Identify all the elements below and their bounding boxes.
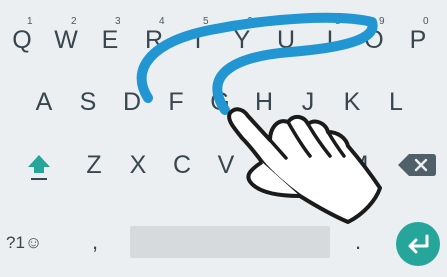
key-x[interactable]: X bbox=[120, 145, 156, 185]
keyboard-row-1: Q1 W2 E3 R4 T5 Y6 U7 I8 O9 P0 bbox=[0, 16, 447, 60]
key-c[interactable]: C bbox=[164, 145, 200, 185]
key-hint: 2 bbox=[71, 16, 77, 27]
key-hint: 5 bbox=[203, 16, 209, 27]
keyboard-row-2: A S D F G H J K L bbox=[0, 82, 447, 122]
key-label: Q bbox=[12, 26, 32, 54]
key-hint: 9 bbox=[379, 16, 385, 27]
key-label: O bbox=[364, 26, 384, 54]
key-w[interactable]: W2 bbox=[48, 16, 84, 60]
key-label: I bbox=[326, 26, 334, 54]
key-label: Y bbox=[233, 26, 251, 54]
enter-key[interactable] bbox=[396, 222, 440, 266]
key-t[interactable]: T5 bbox=[180, 16, 216, 60]
key-n[interactable]: N bbox=[296, 145, 332, 185]
key-p[interactable]: P0 bbox=[400, 16, 436, 60]
key-label: E bbox=[101, 26, 119, 54]
keyboard-row-4: ?1☺ , . bbox=[0, 222, 447, 266]
key-l[interactable]: L bbox=[378, 82, 414, 122]
backspace-key[interactable] bbox=[395, 151, 439, 179]
key-label: P bbox=[409, 26, 427, 54]
key-y[interactable]: Y6 bbox=[224, 16, 260, 60]
key-r[interactable]: R4 bbox=[136, 16, 172, 60]
keyboard-row-3: Z X C V B N M bbox=[0, 145, 447, 185]
period-key[interactable]: . bbox=[346, 222, 370, 262]
key-h[interactable]: H bbox=[246, 82, 282, 122]
key-m[interactable]: M bbox=[340, 145, 376, 185]
comma-key[interactable]: , bbox=[80, 222, 110, 262]
key-z[interactable]: Z bbox=[76, 145, 112, 185]
key-b[interactable]: B bbox=[252, 145, 288, 185]
key-q[interactable]: Q1 bbox=[4, 16, 40, 60]
key-label: R bbox=[144, 26, 164, 54]
key-label: W bbox=[54, 26, 78, 54]
key-hint: 0 bbox=[423, 16, 429, 27]
symbols-key[interactable]: ?1☺ bbox=[6, 228, 60, 258]
backspace-icon bbox=[398, 154, 436, 176]
key-hint: 4 bbox=[159, 16, 165, 27]
key-label: T bbox=[190, 26, 206, 54]
key-i[interactable]: I8 bbox=[312, 16, 348, 60]
key-a[interactable]: A bbox=[26, 82, 62, 122]
key-g[interactable]: G bbox=[202, 82, 238, 122]
key-u[interactable]: U7 bbox=[268, 16, 304, 60]
key-label: U bbox=[276, 26, 296, 54]
key-f[interactable]: F bbox=[158, 82, 194, 122]
key-o[interactable]: O9 bbox=[356, 16, 392, 60]
space-bar[interactable] bbox=[130, 226, 330, 258]
keyboard: Q1 W2 E3 R4 T5 Y6 U7 I8 O9 P0 A S D F G … bbox=[0, 0, 447, 277]
key-hint: 6 bbox=[247, 16, 253, 27]
key-hint: 1 bbox=[27, 16, 33, 27]
enter-arrow-icon bbox=[408, 234, 429, 254]
key-j[interactable]: J bbox=[290, 82, 326, 122]
shift-key[interactable] bbox=[22, 145, 56, 185]
shift-arrow-icon bbox=[28, 155, 50, 180]
key-hint: 3 bbox=[115, 16, 121, 27]
key-hint: 8 bbox=[335, 16, 341, 27]
key-k[interactable]: K bbox=[334, 82, 370, 122]
key-s[interactable]: S bbox=[70, 82, 106, 122]
key-hint: 7 bbox=[291, 16, 297, 27]
key-v[interactable]: V bbox=[208, 145, 244, 185]
key-d[interactable]: D bbox=[114, 82, 150, 122]
key-e[interactable]: E3 bbox=[92, 16, 128, 60]
